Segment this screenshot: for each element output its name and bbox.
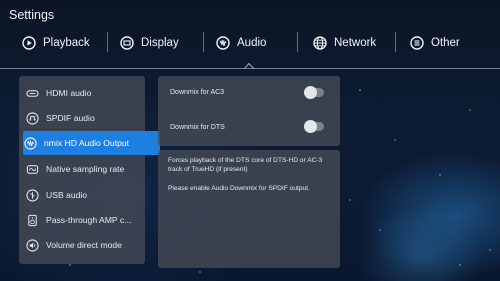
downmix-options-panel: Downmix for AC3 Downmix for DTS xyxy=(158,76,340,146)
tab-label: Audio xyxy=(237,37,267,49)
sidebar-item-volume-direct-mode[interactable]: Volume direct mode xyxy=(25,233,139,257)
volume-icon xyxy=(25,238,39,252)
downmix-dts-toggle[interactable] xyxy=(304,120,324,133)
sidebar-item-label: Pass-through AMP c... xyxy=(46,215,132,225)
option-label-dts: Downmix for DTS xyxy=(170,124,225,131)
sidebar-item-label: Volume direct mode xyxy=(46,240,122,250)
description-text: Forces playback of the DTS core of DTS-H… xyxy=(168,157,323,173)
sidebar-item-downmix-hd-audio-output[interactable]: nmix HD Audio Output xyxy=(23,131,160,155)
selected-tab-indicator xyxy=(244,63,254,69)
sidebar-item-label: nmix HD Audio Output xyxy=(44,138,130,148)
tab-other[interactable]: Other xyxy=(410,28,460,58)
display-icon xyxy=(120,36,134,50)
toggle-knob xyxy=(304,86,317,99)
audio-wave-icon xyxy=(23,136,37,150)
play-circle-icon xyxy=(22,36,36,50)
sidebar-item-hdmi-audio[interactable]: HDMI audio xyxy=(25,81,139,105)
tab-network[interactable]: Network xyxy=(313,28,376,58)
sampling-icon xyxy=(25,162,39,176)
tab-playback[interactable]: Playback xyxy=(22,28,90,58)
tab-audio[interactable]: Audio xyxy=(216,28,266,58)
sidebar-item-label: HDMI audio xyxy=(46,88,92,98)
globe-icon xyxy=(313,36,327,50)
tab-divider xyxy=(203,32,204,52)
sidebar-item-spdif-audio[interactable]: SPDIF audio xyxy=(25,106,139,130)
tab-label: Other xyxy=(431,37,460,49)
usb-icon xyxy=(25,188,39,202)
option-label-ac3: Downmix for AC3 xyxy=(170,89,225,96)
sidebar-item-native-sampling-rate[interactable]: Native sampling rate xyxy=(25,157,139,181)
amp-icon xyxy=(25,213,39,227)
tab-label: Network xyxy=(334,37,377,49)
tab-divider xyxy=(107,32,108,52)
sidebar-item-pass-through-amp[interactable]: Pass-through AMP c... xyxy=(25,208,139,232)
sidebar-item-label: SPDIF audio xyxy=(46,113,95,123)
tab-bar: Playback Display Audio Network Other xyxy=(0,28,500,58)
list-icon xyxy=(410,36,424,50)
tab-label: Playback xyxy=(43,37,90,49)
tab-divider xyxy=(297,32,298,52)
spdif-icon xyxy=(25,111,39,125)
audio-wave-icon xyxy=(216,36,230,50)
toggle-knob xyxy=(304,120,317,133)
description-note: Please enable Audio Downmix for SPDIF ou… xyxy=(168,185,310,192)
page-title: Settings xyxy=(9,8,55,22)
tab-divider xyxy=(395,32,396,52)
downmix-ac3-toggle[interactable] xyxy=(304,86,324,99)
sidebar-item-label: Native sampling rate xyxy=(46,164,125,174)
description-panel: Forces playback of the DTS core of DTS-H… xyxy=(158,150,340,268)
sidebar-item-usb-audio[interactable]: USB audio xyxy=(25,183,139,207)
audio-sidebar: HDMI audio SPDIF audio nmix HD Audio Out… xyxy=(19,76,160,264)
sidebar-item-label: USB audio xyxy=(46,190,88,200)
tab-display[interactable]: Display xyxy=(120,28,179,58)
tab-label: Display xyxy=(141,37,179,49)
hdmi-icon xyxy=(25,86,39,100)
